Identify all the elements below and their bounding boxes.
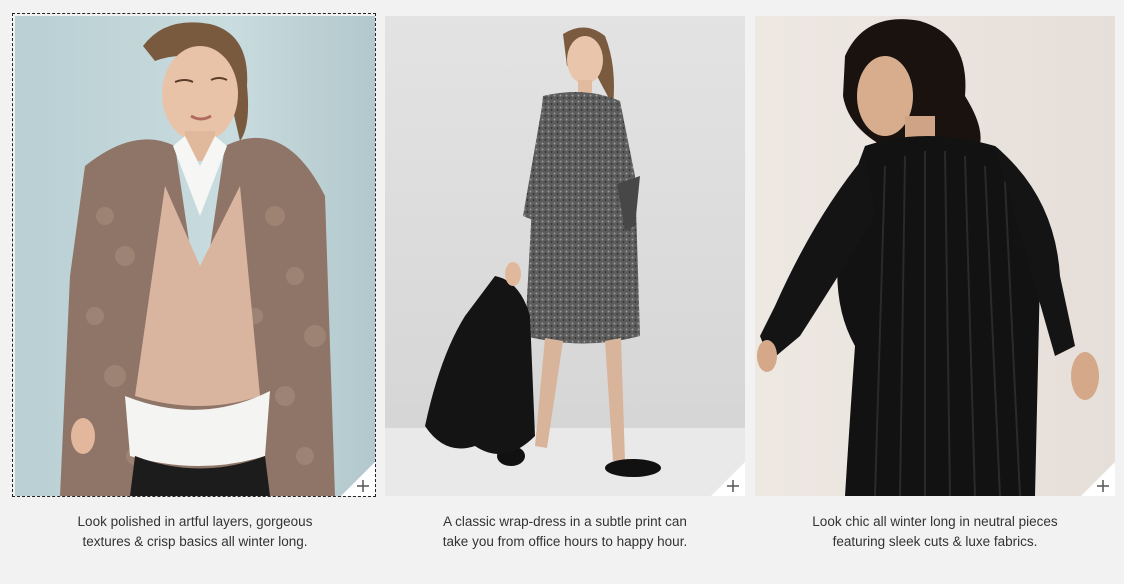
caption-line: featuring sleek cuts & luxe fabrics. bbox=[832, 534, 1038, 549]
expand-button-3[interactable] bbox=[1081, 462, 1115, 496]
outfit-photo-1[interactable] bbox=[15, 16, 375, 496]
outfit-card-1: Look polished in artful layers, gorgeous… bbox=[12, 13, 376, 552]
model-ribbed-knit-dress-image bbox=[755, 16, 1115, 496]
outfit-card-2: A classic wrap-dress in a subtle print c… bbox=[385, 16, 745, 552]
expand-button-1[interactable] bbox=[341, 462, 375, 496]
outfit-gallery: Look polished in artful layers, gorgeous… bbox=[0, 0, 1124, 584]
outfit-card-3: Look chic all winter long in neutral pie… bbox=[755, 16, 1115, 552]
plus-icon bbox=[1081, 462, 1115, 496]
outfit-caption-2: A classic wrap-dress in a subtle print c… bbox=[385, 512, 745, 552]
model-teddy-coat-image bbox=[15, 16, 375, 496]
outfit-photo-3[interactable] bbox=[755, 16, 1115, 496]
caption-line: textures & crisp basics all winter long. bbox=[82, 534, 308, 549]
caption-line: Look polished in artful layers, gorgeous bbox=[77, 514, 313, 529]
expand-button-2[interactable] bbox=[711, 462, 745, 496]
caption-line: Look chic all winter long in neutral pie… bbox=[812, 514, 1058, 529]
outfit-photo-2[interactable] bbox=[385, 16, 745, 496]
plus-icon bbox=[341, 462, 375, 496]
outfit-caption-3: Look chic all winter long in neutral pie… bbox=[755, 512, 1115, 552]
caption-line: A classic wrap-dress in a subtle print c… bbox=[443, 514, 687, 529]
plus-icon bbox=[711, 462, 745, 496]
model-wrap-dress-image bbox=[385, 16, 745, 496]
caption-line: take you from office hours to happy hour… bbox=[442, 534, 688, 549]
outfit-caption-1: Look polished in artful layers, gorgeous… bbox=[15, 512, 375, 552]
